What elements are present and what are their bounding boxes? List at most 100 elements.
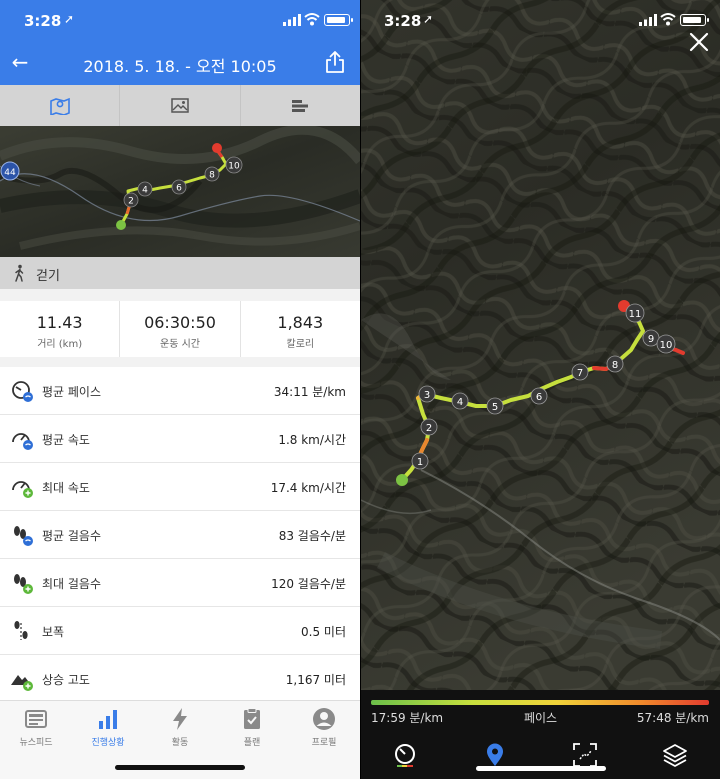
layers-icon[interactable] [662, 742, 688, 768]
activity-type-bar: 걷기 [0, 257, 360, 289]
stat-row-max-speed: 최대 속도 17.4 km/시간 [0, 463, 360, 511]
km-marker-2: 2 [420, 418, 438, 436]
svg-text:6: 6 [176, 184, 182, 194]
svg-text:1: 1 [417, 457, 423, 468]
signal-icon [283, 14, 301, 26]
svg-text:9: 9 [648, 334, 654, 345]
nav-newsfeed[interactable]: 뉴스피드 [0, 701, 72, 779]
close-icon[interactable] [687, 30, 711, 54]
stat-value: 1,167 미터 [285, 673, 346, 687]
page-title: 2018. 5. 18. - 오전 10:05 [83, 57, 277, 76]
km-marker-5: 5 [486, 397, 504, 415]
svg-text:10: 10 [228, 162, 240, 172]
stat-name: 상승 고도 [42, 673, 90, 687]
stat-value: 120 걸음수/분 [271, 577, 346, 591]
km-marker-1: 1 [411, 452, 429, 470]
km-marker-2: 2 [123, 192, 139, 208]
km-marker-4: 4 [137, 181, 153, 197]
stat-row-max-cadence: 최대 걸음수 120 걸음수/분 [0, 559, 360, 607]
summary-stats: 11.43 거리 (km) 06:30:50 운동 시간 1,843 칼로리 [0, 301, 360, 357]
km-marker-6: 6 [171, 179, 187, 195]
screen: ← 2018. 5. 18. - 오전 10:05 3:28 ➚ 44 2 4 … [0, 0, 720, 779]
km-marker-11: 11 [625, 303, 645, 323]
road-number: 44 [4, 168, 16, 178]
pace-legend: 17:59 분/km 페이스 57:48 분/km [361, 690, 720, 779]
map-icon [49, 97, 70, 115]
km-marker-8: 8 [204, 166, 220, 182]
pace-avg-icon [12, 381, 33, 402]
activity-type-label: 걷기 [36, 269, 60, 284]
stat-name: 평균 속도 [42, 433, 90, 447]
stride-icon [14, 621, 28, 640]
stat-value: 83 걸음수/분 [278, 529, 346, 543]
stat-value: 1.8 km/시간 [278, 433, 346, 447]
route-minimap[interactable]: 44 2 4 6 8 10 [0, 126, 360, 257]
pace-max-label: 57:48 분/km [636, 711, 709, 725]
stat-value: 0.5 미터 [301, 625, 346, 639]
km-marker-10: 10 [656, 334, 676, 354]
stat-row-avg-cadence: 평균 걸음수 83 걸음수/분 [0, 511, 360, 559]
status-bar: 3:28 ➚ [0, 0, 360, 40]
speed-avg-icon [12, 433, 33, 450]
distance-value: 11.43 [36, 313, 83, 332]
nav-label: 진행상황 [91, 738, 125, 748]
distance-label: 거리 (km) [37, 339, 83, 350]
newsfeed-icon [25, 710, 47, 728]
duration-label: 운동 시간 [160, 339, 200, 350]
signal-icon [639, 14, 657, 26]
stat-name: 최대 걸음수 [42, 577, 102, 591]
fit-route-icon[interactable] [572, 742, 598, 768]
status-bar: 3:28 ➚ [361, 0, 720, 40]
share-icon[interactable] [324, 50, 346, 74]
stat-row-avg-pace: 평균 페이스 34:11 분/km [0, 367, 360, 415]
location-pin-icon[interactable] [482, 742, 508, 768]
start-point-marker [116, 220, 126, 230]
battery-icon [680, 14, 709, 26]
stat-row-avg-speed: 평균 속도 1.8 km/시간 [0, 415, 360, 463]
summary-calories: 1,843 칼로리 [241, 301, 360, 357]
tab-splits[interactable] [241, 85, 360, 126]
photo-icon [171, 98, 189, 113]
status-time: 3:28 [384, 12, 422, 30]
end-point-marker [212, 143, 222, 153]
stat-row-stride: 보폭 0.5 미터 [0, 607, 360, 655]
summary-duration: 06:30:50 운동 시간 [120, 301, 241, 357]
workout-detail-panel: ← 2018. 5. 18. - 오전 10:05 3:28 ➚ 44 2 4 … [0, 0, 360, 779]
fullscreen-map-panel: 1 2 3 4 5 6 7 8 9 10 11 3:28 ➚ 17:59 분/k… [361, 0, 720, 779]
svg-text:2: 2 [426, 423, 432, 434]
km-marker-10: 10 [225, 156, 243, 174]
stat-name: 최대 속도 [42, 481, 90, 495]
duration-value: 06:30:50 [144, 313, 216, 332]
location-arrow-icon: ➚ [423, 12, 434, 26]
nav-label: 뉴스피드 [19, 738, 53, 748]
nav-label: 활동 [171, 738, 189, 748]
steps-avg-icon [14, 526, 33, 546]
walking-icon [15, 264, 24, 282]
svg-text:4: 4 [457, 397, 463, 408]
tab-photo[interactable] [120, 85, 241, 126]
wifi-icon [304, 13, 320, 26]
svg-text:6: 6 [536, 392, 542, 403]
stats-list: 평균 페이스 34:11 분/km 평균 속도 1.8 km/시간 최대 속도 … [0, 367, 360, 703]
km-marker-4: 4 [451, 392, 469, 410]
progress-icon [99, 710, 117, 729]
calories-label: 칼로리 [286, 339, 315, 350]
tab-map[interactable] [0, 85, 121, 126]
activity-icon [173, 708, 187, 730]
bar-list-icon [292, 99, 309, 112]
stat-value: 17.4 km/시간 [270, 481, 346, 495]
svg-text:8: 8 [612, 360, 618, 371]
nav-label: 프로필 [311, 738, 337, 748]
profile-icon [313, 708, 335, 730]
satellite-route-map[interactable]: 1 2 3 4 5 6 7 8 9 10 11 [361, 0, 720, 690]
svg-text:4: 4 [142, 186, 148, 196]
pace-gradient-bar [371, 700, 709, 705]
svg-text:7: 7 [577, 368, 583, 379]
nav-label: 플랜 [243, 738, 261, 748]
pace-gauge-icon[interactable] [392, 742, 418, 768]
location-arrow-icon: ➚ [64, 12, 75, 26]
nav-profile[interactable]: 프로필 [288, 701, 360, 779]
battery-icon [324, 14, 353, 26]
svg-text:8: 8 [209, 171, 215, 181]
km-marker-3: 3 [418, 385, 436, 403]
